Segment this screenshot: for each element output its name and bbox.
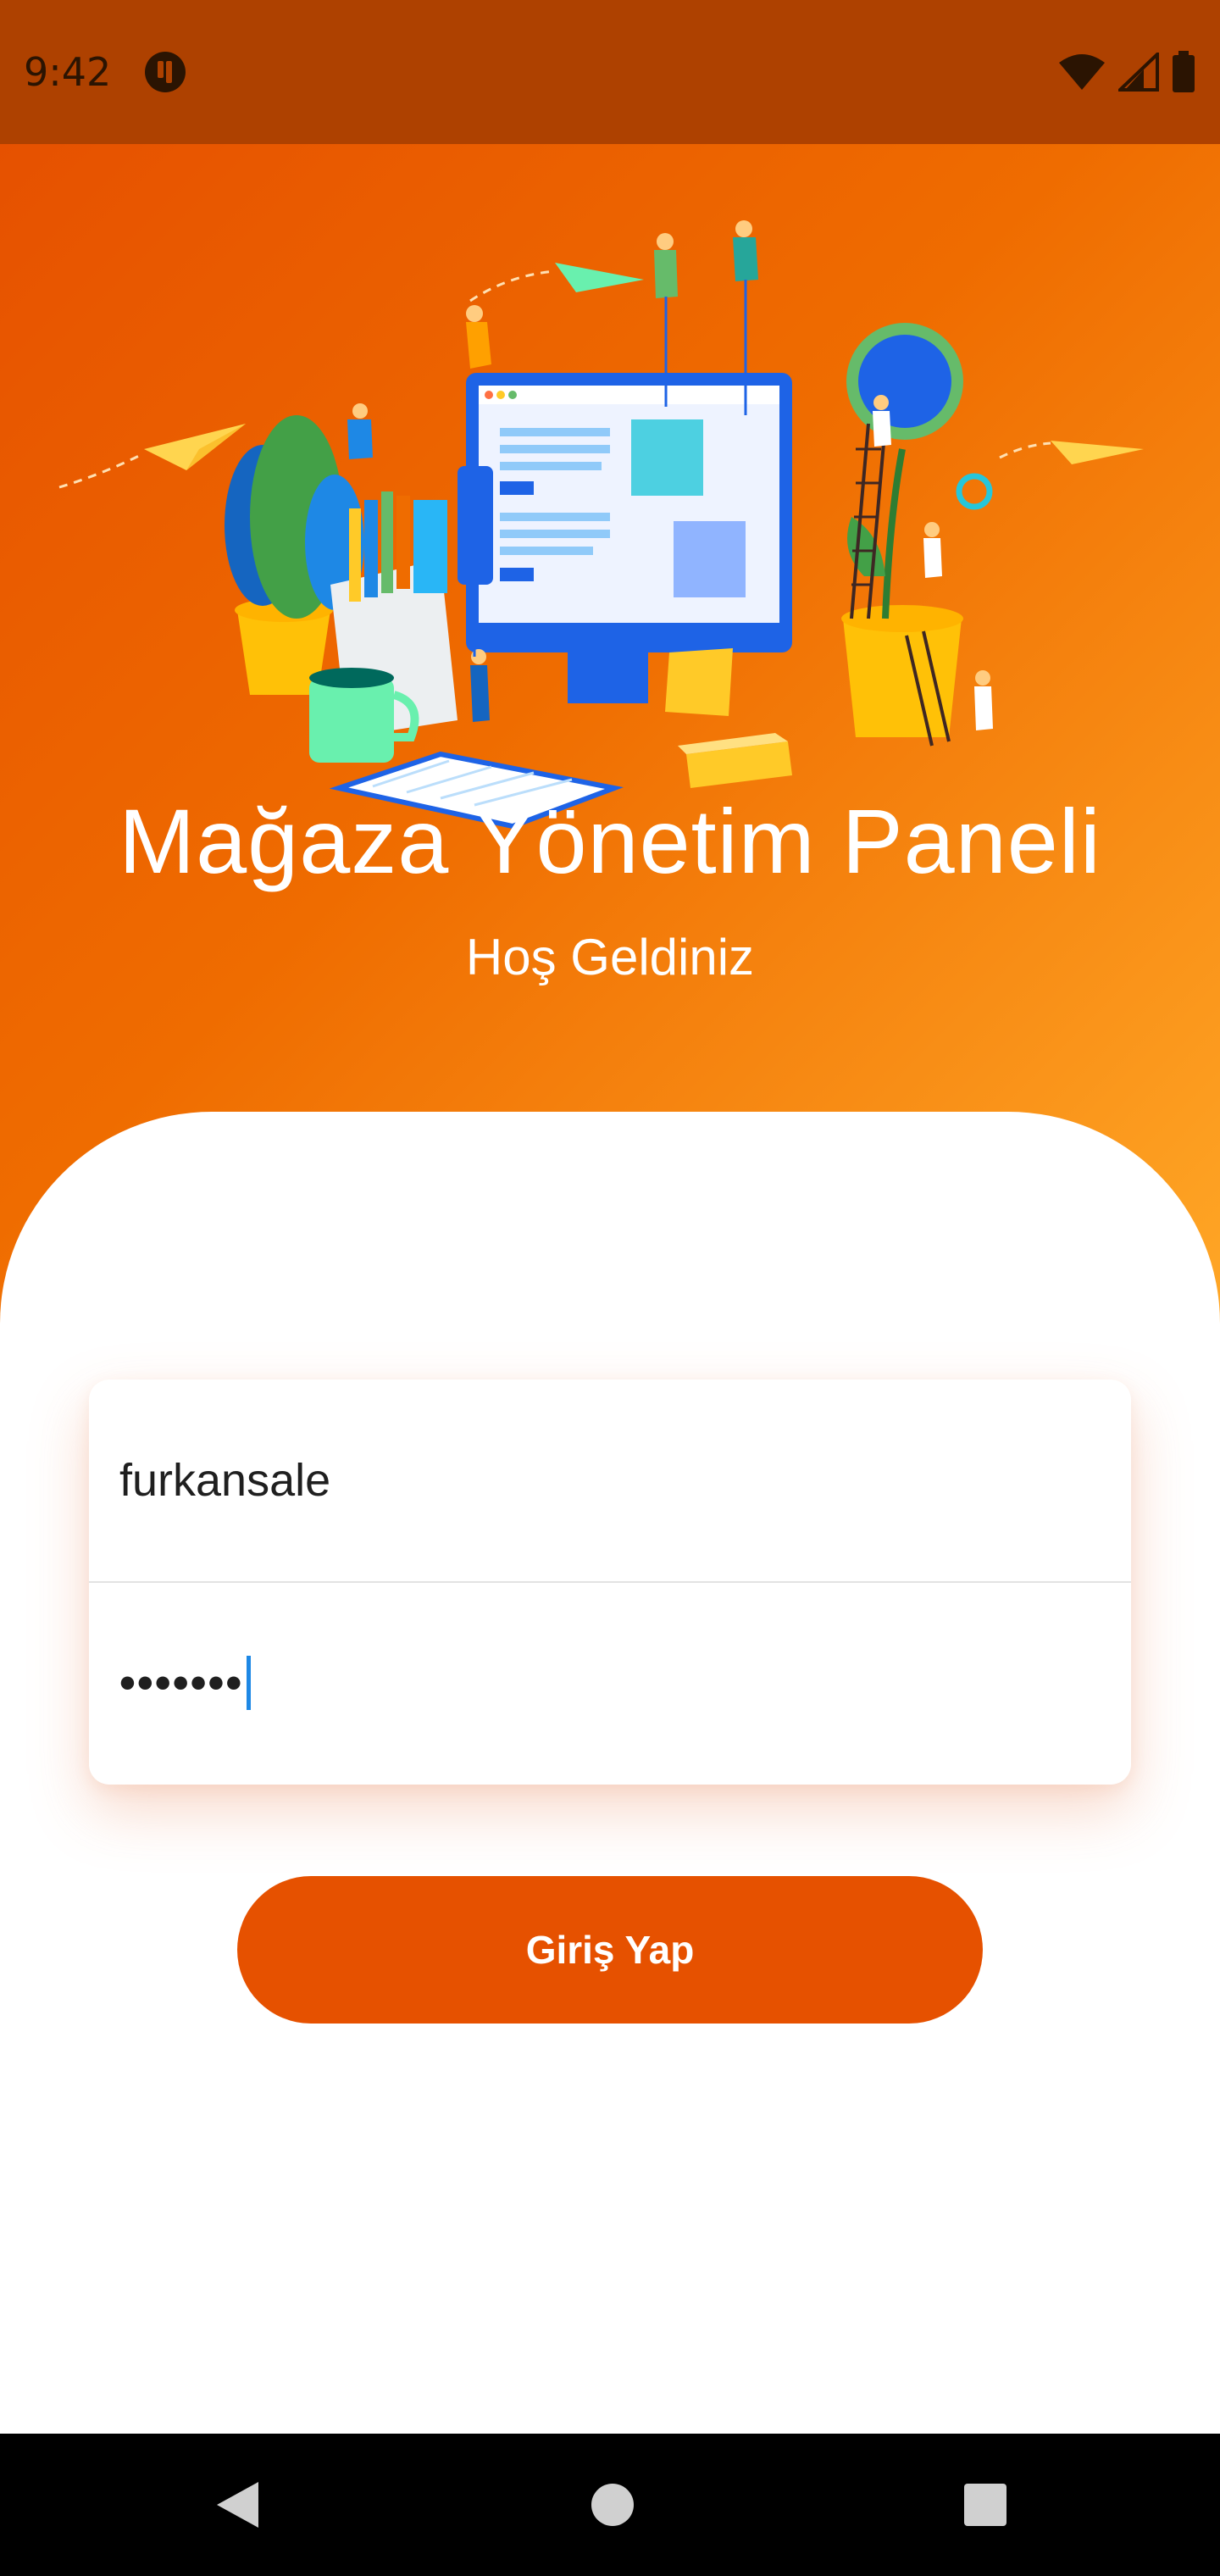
password-field[interactable]: ••••••• <box>89 1581 1131 1783</box>
login-card: furkansale ••••••• <box>89 1380 1131 1785</box>
workspace-illustration <box>58 220 1144 830</box>
cell-signal-icon <box>1118 53 1159 92</box>
status-bar: 9:42 <box>0 0 1220 144</box>
username-field[interactable]: furkansale <box>89 1380 1131 1581</box>
text-caret <box>247 1656 252 1710</box>
back-icon[interactable] <box>212 2479 263 2531</box>
status-right <box>1057 51 1196 93</box>
status-time: 9:42 <box>24 49 112 95</box>
wifi-icon <box>1059 54 1105 90</box>
username-value: furkansale <box>119 1455 331 1506</box>
status-left: 9:42 <box>24 49 187 95</box>
page-subtitle: Hoş Geldiniz <box>465 929 755 985</box>
home-icon[interactable] <box>590 2482 635 2528</box>
battery-icon <box>1173 51 1195 92</box>
password-value: ••••••• <box>119 1657 244 1708</box>
page-title: Mağaza Yönetim Paneli <box>119 790 1101 892</box>
login-button[interactable]: Giriş Yap <box>237 1876 983 2024</box>
recents-icon[interactable] <box>962 2482 1008 2528</box>
app-notification-icon <box>145 52 186 92</box>
navigation-bar <box>0 2434 1220 2576</box>
